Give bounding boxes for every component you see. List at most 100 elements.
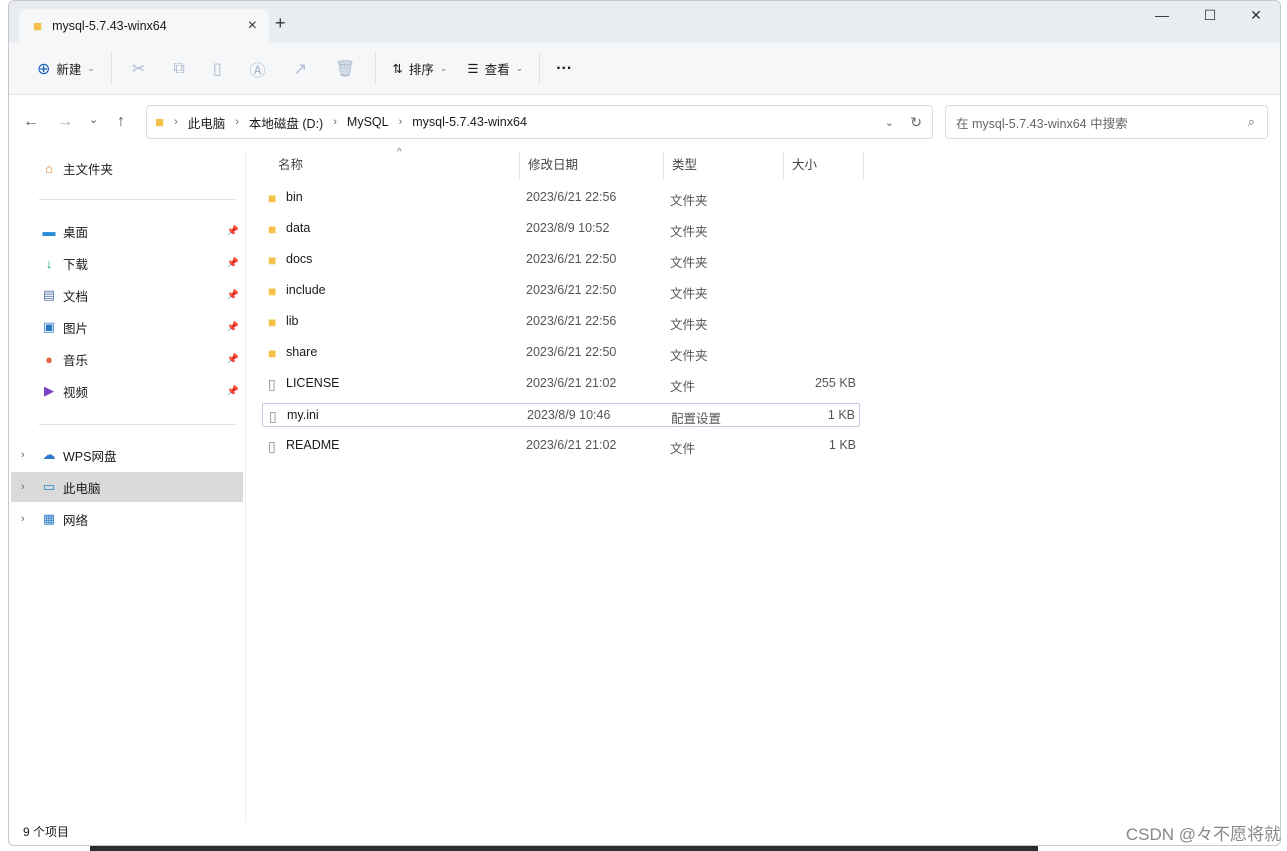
sidebar-label: 音乐 — [63, 353, 89, 368]
file-name: docs — [286, 252, 313, 266]
file-name: bin — [286, 190, 303, 204]
sidebar-label: 网络 — [63, 513, 89, 528]
video-icon: ▶ — [44, 383, 54, 398]
network-icon: ▦ — [42, 511, 56, 526]
close-window-button[interactable]: ✕ — [1233, 7, 1279, 24]
back-arrow-icon[interactable]: ← — [23, 113, 39, 131]
share-icon: ↗ — [293, 60, 308, 78]
file-size: 255 KB — [814, 376, 856, 390]
file-date: 2023/8/9 10:52 — [526, 221, 610, 235]
sidebar-item-videos[interactable]: ▶ 视频 📌 — [11, 376, 243, 406]
copy-icon: ⧉ — [173, 59, 185, 77]
file-row[interactable]: ▯ LICENSE 2023/6/21 21:02 文件 255 KB — [262, 372, 860, 396]
sort-button[interactable]: ⇅ 排序 ⌄ — [382, 51, 457, 87]
sidebar-label: 主文件夹 — [63, 162, 114, 177]
file-type: 文件 — [670, 442, 696, 456]
sidebar-label: 下载 — [63, 257, 89, 272]
search-input[interactable]: 在 mysql-5.7.43-winx64 中搜索 ⌕ — [945, 105, 1268, 139]
folder-icon: ■ — [268, 252, 277, 268]
file-date: 2023/6/21 22:50 — [526, 252, 617, 266]
new-tab-button[interactable]: + — [275, 13, 286, 34]
file-row[interactable]: ■ lib 2023/6/21 22:56 文件夹 — [262, 310, 860, 334]
breadcrumb[interactable]: ■ › 此电脑 › 本地磁盘 (D:) › MySQL › mysql-5.7.43-w… — [146, 105, 933, 139]
sidebar-item-desktop[interactable]: ▬ 桌面 📌 — [11, 216, 243, 246]
sidebar-item-this-pc[interactable]: › ▭ 此电脑 — [11, 472, 243, 502]
sidebar-item-home[interactable]: ⌂ 主文件夹 — [11, 153, 243, 183]
maximize-button[interactable]: ☐ — [1187, 7, 1233, 24]
crumb-current[interactable]: mysql-5.7.43-winx64 — [412, 115, 527, 129]
expand-chevron-icon[interactable]: › — [21, 513, 25, 525]
folder-icon: ■ — [268, 221, 277, 237]
sidebar-item-downloads[interactable]: ↓ 下载 📌 — [11, 248, 243, 278]
scissors-icon: ✂ — [131, 60, 146, 78]
music-icon: ● — [45, 351, 53, 367]
address-bar-row: ← → ⌄ ↑ ■ › 此电脑 › 本地磁盘 (D:) › MySQL › mysql-… — [9, 95, 1280, 151]
pin-icon[interactable]: 📌 — [227, 354, 239, 365]
sidebar-item-documents[interactable]: ▤ 文档 📌 — [11, 280, 243, 310]
tab-current[interactable]: ■ mysql-5.7.43-winx64 × — [19, 9, 269, 43]
history-chevron-icon[interactable]: ⌄ — [885, 116, 894, 129]
cut-button[interactable]: ✂ — [118, 51, 159, 87]
folder-icon: ■ — [268, 314, 277, 330]
rename-icon: Ⓐ — [249, 62, 266, 80]
sidebar-item-wps-drive[interactable]: › ☁ WPS网盘 — [11, 440, 243, 470]
computer-icon: ▭ — [42, 479, 56, 494]
column-header-size[interactable]: 大小 — [784, 151, 864, 179]
minimize-button[interactable]: — — [1139, 7, 1185, 23]
file-row[interactable]: ■ docs 2023/6/21 22:50 文件夹 — [262, 248, 860, 272]
sidebar-item-network[interactable]: › ▦ 网络 — [11, 504, 243, 534]
sidebar-item-music[interactable]: ● 音乐 📌 — [11, 344, 243, 374]
expand-chevron-icon[interactable]: › — [21, 481, 25, 493]
file-row[interactable]: ■ bin 2023/6/21 22:56 文件夹 — [262, 186, 860, 210]
file-row[interactable]: ■ share 2023/6/21 22:50 文件夹 — [262, 341, 860, 365]
file-name: lib — [286, 314, 299, 328]
file-date: 2023/6/21 21:02 — [526, 376, 617, 390]
view-button[interactable]: ☰ 查看 ⌄ — [457, 51, 533, 87]
search-icon: ⌕ — [1247, 114, 1255, 129]
sidebar-label: 视频 — [63, 385, 89, 400]
chevron-down-icon: ⌄ — [87, 63, 95, 73]
folder-icon: ■ — [268, 345, 277, 361]
crumb-drive-d[interactable]: 本地磁盘 (D:) — [249, 113, 323, 132]
column-header-name[interactable]: 名称 — [270, 151, 520, 179]
recent-chevron-icon[interactable]: ⌄ — [89, 113, 98, 126]
status-bar: 9 个项目 — [9, 821, 1280, 845]
new-label: 新建 — [56, 63, 82, 77]
file-type: 文件夹 — [670, 194, 708, 208]
paste-button[interactable]: ▯ — [199, 51, 236, 87]
file-type: 配置设置 — [671, 412, 722, 426]
pin-icon[interactable]: 📌 — [227, 322, 239, 333]
file-row[interactable]: ■ data 2023/8/9 10:52 文件夹 — [262, 217, 860, 241]
file-explorer-window: ■ mysql-5.7.43-winx64 × + — ☐ ✕ ⊕ 新建 ⌄ ✂ ⧉… — [8, 0, 1281, 846]
column-header-type[interactable]: 类型 — [664, 151, 784, 179]
file-type: 文件夹 — [670, 287, 708, 301]
view-label: 查看 — [484, 63, 510, 77]
sidebar-label: 图片 — [63, 321, 89, 336]
rename-button[interactable]: Ⓐ — [236, 51, 280, 87]
crumb-mysql[interactable]: MySQL — [347, 115, 389, 129]
share-button[interactable]: ↗ — [280, 51, 321, 87]
sort-label: 排序 — [408, 63, 434, 77]
file-row[interactable]: ▯ README 2023/6/21 21:02 文件 1 KB — [262, 434, 860, 458]
delete-button[interactable]: 🗑 — [321, 51, 369, 87]
close-tab-icon[interactable]: × — [248, 17, 257, 35]
copy-button[interactable]: ⧉ — [159, 51, 198, 87]
refresh-icon[interactable]: ↻ — [910, 114, 922, 131]
more-options-button[interactable]: ··· — [546, 51, 582, 87]
expand-chevron-icon[interactable]: › — [21, 449, 25, 461]
pin-icon[interactable]: 📌 — [227, 226, 239, 237]
file-row[interactable]: ■ include 2023/6/21 22:50 文件夹 — [262, 279, 860, 303]
crumb-this-pc[interactable]: 此电脑 — [188, 113, 226, 132]
pin-icon[interactable]: 📌 — [227, 386, 239, 397]
forward-arrow-icon[interactable]: → — [57, 113, 73, 131]
sort-icon: ⇅ — [392, 62, 403, 76]
file-name: data — [286, 221, 311, 235]
up-arrow-icon[interactable]: ↑ — [117, 113, 125, 131]
file-type: 文件夹 — [670, 225, 708, 239]
pin-icon[interactable]: 📌 — [227, 258, 239, 269]
pin-icon[interactable]: 📌 — [227, 290, 239, 301]
column-header-date[interactable]: 修改日期 — [520, 151, 664, 179]
new-button[interactable]: ⊕ 新建 ⌄ — [27, 51, 105, 87]
sidebar-item-pictures[interactable]: ▣ 图片 📌 — [11, 312, 243, 342]
file-row[interactable]: ▯ my.ini 2023/8/9 10:46 配置设置 1 KB — [262, 403, 860, 427]
